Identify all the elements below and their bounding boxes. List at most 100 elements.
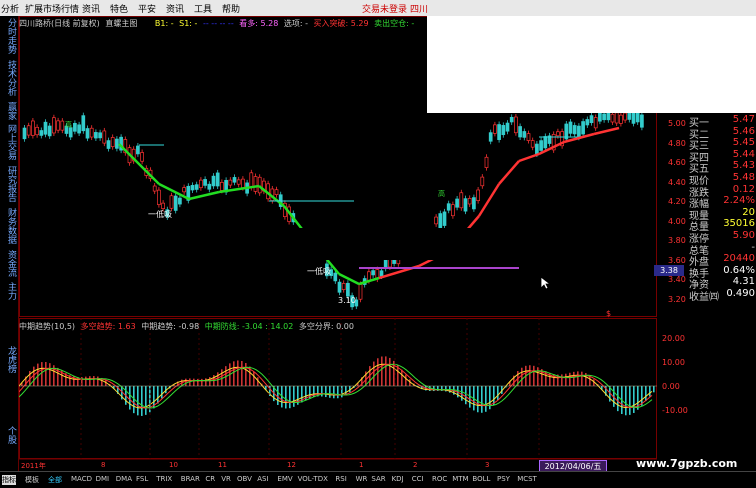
price-axis-tick: 4.00 <box>668 216 686 226</box>
candle-body <box>249 172 254 188</box>
indicator-tab[interactable]: VOL-TDX <box>298 475 328 483</box>
menu-item-news[interactable]: 资讯 <box>82 2 100 15</box>
left-tab-capital[interactable]: 资金流 <box>2 250 16 277</box>
histogram-bar <box>497 386 499 400</box>
quote-row: 总量 35016 <box>689 218 755 233</box>
left-tab-stock[interactable]: 个股 <box>2 426 16 444</box>
indicator-tab[interactable]: CR <box>205 475 215 483</box>
quote-row: 买二 5.46 <box>689 125 755 141</box>
left-tab-dragon-tiger[interactable]: 龙虎榜 <box>2 346 16 373</box>
indicator-tab[interactable]: MTM <box>452 475 468 483</box>
indicator-tab[interactable]: DMI <box>96 475 110 483</box>
candle-body <box>589 115 594 124</box>
histogram-bar <box>565 373 567 386</box>
menu-item-help[interactable]: 帮助 <box>222 2 240 15</box>
indicator-tab[interactable]: RSI <box>335 475 346 483</box>
ma-segment <box>593 126 620 136</box>
menu-item-tools[interactable]: 工具 <box>194 2 212 15</box>
histogram-bar <box>241 360 243 386</box>
candle-body <box>535 143 539 155</box>
candle-body <box>94 132 98 139</box>
left-tab-technical[interactable]: 技术分析 <box>2 60 16 96</box>
candle-body <box>539 140 543 151</box>
candle-body <box>488 132 493 142</box>
dollar-mark: $ <box>606 309 612 318</box>
histogram-bar <box>197 378 199 386</box>
time-axis-tick: 8 <box>101 461 106 469</box>
legend-s1: S1: - <box>179 19 198 28</box>
current-price-badge: 3.38 <box>654 265 684 276</box>
indicator-tab[interactable]: ROC <box>432 475 447 483</box>
histogram-bar <box>373 361 375 386</box>
candle-body <box>220 182 224 191</box>
price-axis-tick: 5.00 <box>668 119 686 128</box>
indicator-tab[interactable]: DMA <box>116 475 132 483</box>
indicator-tab-bar: 指标 模板 全部 MACD DMI DMA FSL TRIX BRAR CR VR OBV ASI EMV… <box>0 471 756 488</box>
candlestick-series <box>22 105 644 310</box>
menu-item-info[interactable]: 资讯 <box>166 2 184 15</box>
indicator-tab[interactable]: OBV <box>237 475 252 483</box>
indicator-tab[interactable]: FSL <box>136 475 148 483</box>
menu-item-analysis[interactable]: 分析 <box>1 2 19 15</box>
left-tab-finance[interactable]: 财务数据 <box>2 208 16 244</box>
quote-row: 涨幅 2.24% <box>689 195 755 210</box>
candle-body <box>207 183 212 190</box>
indicator-tab[interactable]: 模板 <box>25 475 39 485</box>
quote-row: 买一 5.47 <box>689 114 755 129</box>
candle-body <box>43 121 48 135</box>
menu-item-special[interactable]: 特色 <box>110 2 128 15</box>
high-tag-1: 高 <box>65 121 72 129</box>
indicator-tab[interactable]: TRIX <box>156 475 172 483</box>
histogram-bar <box>625 386 627 416</box>
histogram-bar <box>561 374 563 386</box>
indicator-tab[interactable]: WR <box>356 475 368 483</box>
menu-item-ext-market[interactable]: 扩展市场行情 <box>25 2 79 15</box>
candle-body <box>56 120 60 131</box>
candle-body <box>619 114 623 124</box>
indicator-tab[interactable]: ASI <box>257 475 268 483</box>
indicator-tab[interactable]: VR <box>221 475 231 483</box>
left-tab-winner[interactable]: 赢家 <box>2 102 16 120</box>
left-tab-main-force[interactable]: 主力 <box>2 282 16 300</box>
legend-stock-name: 四川路桥(日线 前复权) <box>19 19 100 28</box>
indicator-tab[interactable]: MACD <box>71 475 92 483</box>
legend-sell-short: 卖出空仓: - <box>374 19 415 28</box>
indicator-tab[interactable]: EMV <box>277 475 292 483</box>
indicator-defense: 中期防线: -3.04 : 14.02 <box>204 322 294 331</box>
price-axis-tick: 3.80 <box>668 236 686 245</box>
candle-body <box>568 121 573 134</box>
candle-body <box>509 116 514 123</box>
candle-body <box>514 116 518 134</box>
indicator-tab[interactable]: BRAR <box>181 475 200 483</box>
histogram-bar <box>481 386 483 413</box>
indicator-tab[interactable]: 指标 <box>2 475 16 485</box>
trade-login-status[interactable]: 交易未登录 <box>362 2 407 15</box>
candle-body <box>476 189 480 202</box>
histogram-bar <box>137 386 139 416</box>
quote-value: 5.46 <box>732 125 755 137</box>
indicator-tab[interactable]: CCI <box>412 475 424 483</box>
left-tab-intraday[interactable]: 分时走势 <box>2 18 16 54</box>
candle-body <box>115 138 119 149</box>
indicator-tab[interactable]: BOLL <box>472 475 490 483</box>
candle-body <box>341 283 346 290</box>
indicator-tab[interactable]: KDJ <box>392 475 404 483</box>
candle-body <box>81 115 86 132</box>
menu-bar: 分析 扩展市场行情 资讯 特色 平安 资讯 工具 帮助 交易未登录 四川 <box>0 0 756 17</box>
histogram-bar <box>277 386 279 405</box>
legend-bull: 看多: 5.28 <box>239 19 279 28</box>
histogram-bar <box>461 386 463 401</box>
low-buy-label-1: 一低吸 <box>148 210 172 219</box>
ma-line-series <box>118 126 620 286</box>
histogram-bar <box>389 357 391 386</box>
indicator-kong: 多空趋势: 1.63 <box>80 322 136 331</box>
left-tab-research[interactable]: 研究报告 <box>2 166 16 202</box>
candle-body <box>98 132 102 139</box>
left-tab-trade[interactable]: 网上交易 <box>2 124 16 160</box>
menu-item-pingan[interactable]: 平安 <box>138 2 156 15</box>
histogram-bar <box>337 386 339 399</box>
indicator-tab[interactable]: SAR <box>371 475 385 483</box>
indicator-tab[interactable]: MCST <box>517 475 537 483</box>
indicator-tab[interactable]: 全部 <box>48 475 62 485</box>
indicator-tab[interactable]: PSY <box>497 475 510 483</box>
